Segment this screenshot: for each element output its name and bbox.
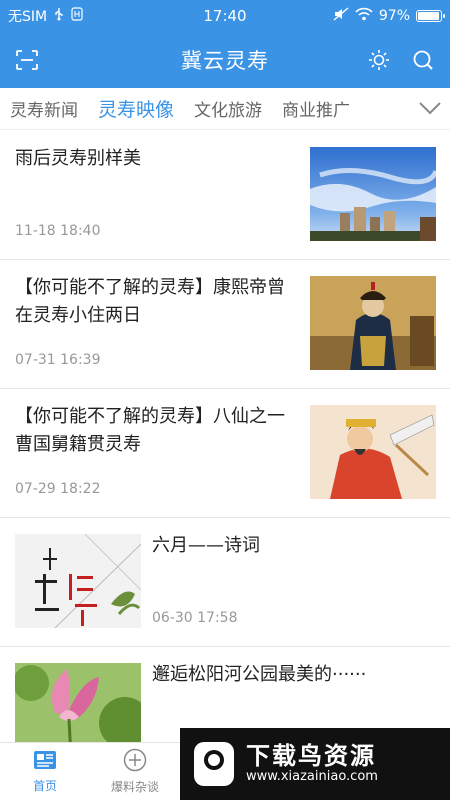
scan-icon[interactable] xyxy=(14,47,40,73)
article-title: 【你可能不了解的灵寿】八仙之一曹国舅籍贯灵寿 xyxy=(15,406,285,455)
article-date: 11-18 18:40 xyxy=(15,223,101,239)
search-icon[interactable] xyxy=(410,47,436,73)
nav-actions xyxy=(366,47,436,73)
article-thumbnail xyxy=(310,147,436,241)
brightness-icon[interactable] xyxy=(366,47,392,73)
home-news-icon xyxy=(33,749,57,774)
watermark-text: 下载鸟资源 www.xiazainiao.com xyxy=(246,741,378,786)
hd-icon xyxy=(71,7,83,25)
article-title: 雨后灵寿别样美 xyxy=(15,148,141,169)
watermark-banner: 下载鸟资源 www.xiazainiao.com xyxy=(180,728,450,800)
article-item[interactable]: 【你可能不了解的灵寿】八仙之一曹国舅籍贯灵寿 07-29 18:22 xyxy=(0,389,450,518)
carrier-label: 无SIM xyxy=(8,9,48,25)
wifi-icon xyxy=(355,7,373,25)
bottom-nav-home-label: 首页 xyxy=(32,779,57,793)
tab-lingshou-news[interactable]: 灵寿新闻 xyxy=(0,96,88,121)
article-date: 06-30 17:58 xyxy=(152,610,238,626)
status-bar: 无SIM 17:40 97% xyxy=(0,0,450,32)
article-item[interactable]: 六月——诗词 06-30 17:58 xyxy=(0,518,450,647)
mute-icon xyxy=(333,7,349,25)
bottom-nav-tips-label: 爆料杂谈 xyxy=(110,780,159,794)
chevron-down-icon xyxy=(418,100,442,119)
watermark-logo xyxy=(194,742,234,786)
battery-level xyxy=(418,12,440,20)
tab-business[interactable]: 商业推广 xyxy=(272,96,360,121)
category-tabs: 灵寿新闻 灵寿映像 文化旅游 商业推广 xyxy=(0,88,450,130)
article-title: 【你可能不了解的灵寿】康熙帝曾在灵寿小住两日 xyxy=(15,277,285,326)
watermark-url: www.xiazainiao.com xyxy=(246,769,378,785)
app-header: 无SIM 17:40 97% 冀云灵寿 xyxy=(0,0,450,88)
status-right: 97% xyxy=(333,7,445,25)
article-item[interactable]: 【你可能不了解的灵寿】康熙帝曾在灵寿小住两日 07-31 16:39 xyxy=(0,260,450,389)
article-title: 邂逅松阳河公园最美的······ xyxy=(152,664,367,685)
article-item[interactable]: 雨后灵寿别样美 11-18 18:40 xyxy=(0,131,450,260)
plus-circle-icon xyxy=(123,748,147,775)
battery-icon xyxy=(416,10,445,22)
article-thumbnail xyxy=(310,276,436,370)
article-date: 07-29 18:22 xyxy=(15,481,101,497)
tabs-expand-button[interactable] xyxy=(410,88,450,129)
nav-bar: 冀云灵寿 xyxy=(0,32,450,88)
article-date: 07-31 16:39 xyxy=(15,352,101,368)
article-thumbnail xyxy=(310,405,436,499)
bottom-nav-home[interactable]: 首页 xyxy=(0,743,90,800)
watermark-name: 下载鸟资源 xyxy=(246,741,376,770)
status-left: 无SIM xyxy=(8,6,83,26)
article-list: 雨后灵寿别样美 11-18 18:40 【你可能不了解的灵寿】康熙帝曾在灵寿小住… xyxy=(0,131,450,776)
article-thumbnail xyxy=(15,534,141,628)
article-title: 六月——诗词 xyxy=(152,535,260,556)
bottom-nav-tips[interactable]: 爆料杂谈 xyxy=(90,743,180,800)
battery-percent: 97% xyxy=(378,8,410,24)
usb-icon xyxy=(53,7,65,25)
tab-lingshou-image[interactable]: 灵寿映像 xyxy=(88,95,184,122)
tab-culture-travel[interactable]: 文化旅游 xyxy=(184,96,272,121)
